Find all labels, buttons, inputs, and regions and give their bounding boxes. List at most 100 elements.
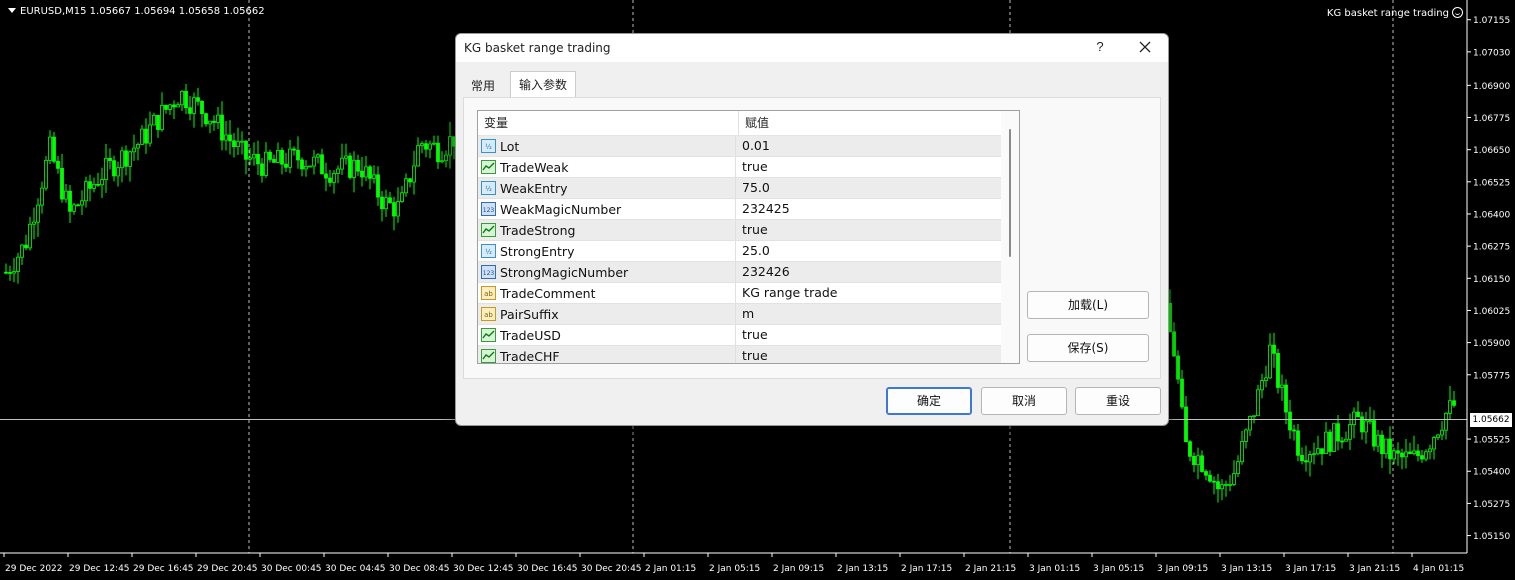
candle-body [248,157,252,160]
candle-body [176,104,180,108]
candle-body [184,91,188,109]
candle-body [380,196,384,210]
bool-param-icon [481,328,496,342]
candle-body [1192,455,1196,466]
ea-settings-dialog: KG basket range trading ? 常用 输入参数 变量 赋值 … [455,33,1169,426]
candle-body [280,149,284,165]
reset-button[interactable]: 重设 [1075,387,1161,415]
column-header-value[interactable]: 赋值 [739,111,1003,135]
candle-body [1380,434,1384,455]
candle-body [1260,380,1264,391]
candle-body [180,91,184,106]
table-row[interactable]: TradeCHF true [478,346,1019,364]
candle-body [1384,438,1388,455]
candle-body [256,153,260,165]
table-header: 变量 赋值 [478,111,1019,136]
candle-body [1332,423,1336,452]
param-value-cell[interactable]: 75.0 [736,178,1000,198]
cancel-button[interactable]: 取消 [981,387,1067,415]
param-value-cell[interactable]: KG range trade [736,283,1000,303]
table-row[interactable]: ab PairSuffix m [478,304,1019,325]
table-row[interactable]: ½ Lot 0.01 [478,136,1019,157]
candle-body [1288,411,1292,431]
scrollbar-thumb[interactable] [1009,129,1011,257]
table-scrollbar[interactable] [1001,111,1019,363]
param-name: TradeCHF [500,348,560,364]
candle-body [1200,455,1204,472]
load-button[interactable]: 加载(L) [1027,291,1149,319]
param-value-cell[interactable]: true [736,325,1000,345]
candle-body [252,153,256,159]
candle-body [352,159,356,178]
param-value-cell[interactable]: true [736,220,1000,240]
candle-body [1284,384,1288,413]
dialog-titlebar[interactable]: KG basket range trading ? [456,34,1168,62]
candle-body [156,115,160,130]
expert-advisor-label[interactable]: KG basket range trading [1327,7,1463,19]
parameters-table[interactable]: 变量 赋值 ½ Lot 0.01 TradeWeak true ½ WeakEntry 75.… [477,110,1020,364]
table-row[interactable]: TradeUSD true [478,325,1019,346]
param-value-cell[interactable]: 232425 [736,199,1000,219]
table-body: ½ Lot 0.01 TradeWeak true ½ WeakEntry 75.0 123 We… [478,136,1019,364]
candle-body [356,159,360,172]
column-header-variable[interactable]: 变量 [478,111,739,135]
double-param-icon: ½ [481,139,496,153]
candle-body [1176,355,1180,380]
price-axis-label: 1.06775 [1473,114,1510,124]
svg-text:½: ½ [485,143,492,151]
table-row[interactable]: ab TradeComment KG range trade [478,283,1019,304]
candle-body [1280,384,1284,388]
table-row[interactable]: TradeWeak true [478,157,1019,178]
int-param-icon: 123 [481,265,496,279]
svg-text:123: 123 [483,207,495,214]
param-value-cell[interactable]: true [736,346,1000,363]
candle-body [1196,455,1200,466]
candle-body [392,202,396,217]
help-icon[interactable]: ? [1090,39,1110,54]
param-value-cell[interactable]: true [736,157,1000,177]
candle-body [1372,420,1376,447]
candle-body [4,271,8,274]
candle-body [16,256,20,272]
param-value-cell[interactable]: 25.0 [736,241,1000,261]
param-value-cell[interactable]: 232426 [736,262,1000,282]
candle-body [360,170,364,178]
bool-param-icon [481,160,496,174]
time-axis-label: 3 Jan 13:15 [1221,564,1272,574]
candle-body [84,181,88,202]
candle-body [1216,481,1220,490]
candle-body [96,183,100,186]
candle-body [80,200,84,206]
param-value-cell[interactable]: m [736,304,1000,324]
candle-body [1328,431,1332,452]
candle-body [24,244,28,249]
price-axis-label: 1.06525 [1473,178,1510,188]
candle-body [1252,415,1256,418]
table-row[interactable]: TradeStrong true [478,220,1019,241]
candle-body [228,134,232,142]
dropdown-triangle-icon[interactable] [8,8,16,13]
candle-body [336,168,340,174]
table-row[interactable]: 123 StrongMagicNumber 232426 [478,262,1019,283]
ok-button[interactable]: 确定 [886,387,972,415]
param-name-cell: TradeUSD [478,325,736,345]
table-row[interactable]: ½ StrongEntry 25.0 [478,241,1019,262]
tab-input-parameters[interactable]: 输入参数 [510,71,577,98]
time-axis-label: 30 Dec 20:45 [581,564,642,574]
candle-body [1248,415,1252,431]
save-button[interactable]: 保存(S) [1027,334,1149,362]
candle-body [372,174,376,179]
tab-common[interactable]: 常用 [463,73,503,97]
close-icon[interactable] [1134,36,1156,58]
candle-body [160,104,164,130]
candle-body [1300,454,1304,462]
table-row[interactable]: ½ WeakEntry 75.0 [478,178,1019,199]
candle-body [196,97,200,102]
svg-text:123: 123 [483,270,495,277]
candle-body [388,197,392,203]
param-value-cell[interactable]: 0.01 [736,136,1000,156]
candle-body [404,178,408,194]
table-row[interactable]: 123 WeakMagicNumber 232425 [478,199,1019,220]
time-axis-label: 30 Dec 08:45 [389,564,450,574]
candle-body [376,174,380,198]
